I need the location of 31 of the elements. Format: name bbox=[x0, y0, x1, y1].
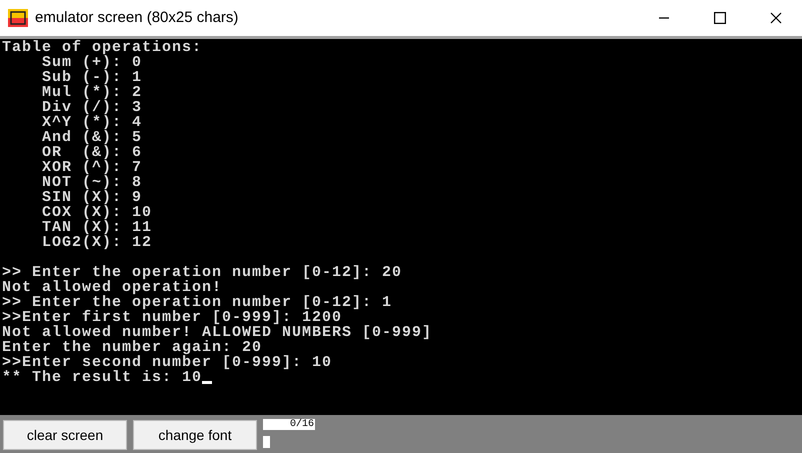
console-line: Sub (-): 1 bbox=[41, 70, 144, 85]
console-line: NOT (~): 8 bbox=[41, 175, 144, 190]
console-line: Enter the number again: 20 bbox=[2, 340, 262, 355]
window-title: emulator screen (80x25 chars) bbox=[35, 8, 238, 28]
console-line: >> Enter the operation number [0-12]: 1 bbox=[2, 295, 392, 310]
console-line: COX (X): 10 bbox=[41, 205, 154, 220]
toolbar-button[interactable]: clear screen bbox=[3, 420, 127, 450]
console-line: Mul (*): 2 bbox=[41, 85, 144, 100]
indicator-box bbox=[263, 436, 270, 448]
console-line: Not allowed number! ALLOWED NUMBERS [0-999] bbox=[2, 325, 432, 340]
console-line: >>Enter first number [0-999]: 1200 bbox=[2, 310, 342, 325]
text-cursor-icon bbox=[202, 381, 212, 384]
console-line: >>Enter second number [0-999]: 10 bbox=[2, 355, 332, 370]
counter-field: 0/16 bbox=[263, 419, 315, 430]
console-line: Table of operations: bbox=[2, 40, 204, 55]
close-icon[interactable] bbox=[770, 12, 782, 24]
console-line: Div (/): 3 bbox=[41, 100, 144, 115]
console-line: ** The result is: 10 bbox=[2, 370, 202, 385]
console-line: XOR (^): 7 bbox=[41, 160, 144, 175]
toolbar-button[interactable]: change font bbox=[133, 420, 257, 450]
maximize-icon[interactable] bbox=[714, 12, 726, 24]
app-logo-icon bbox=[8, 9, 28, 27]
console-line: TAN (X): 11 bbox=[41, 220, 154, 235]
console-line: Not allowed operation! bbox=[2, 280, 222, 295]
console-line: >> Enter the operation number [0-12]: 20 bbox=[2, 265, 402, 280]
console-line: X^Y (*): 4 bbox=[41, 115, 144, 130]
console-line: OR (&): 6 bbox=[41, 145, 144, 160]
console-line: SIN (X): 9 bbox=[41, 190, 144, 205]
console-line: LOG2(X): 12 bbox=[41, 235, 154, 250]
console-line: Sum (+): 0 bbox=[41, 55, 142, 70]
console-line: And (&): 5 bbox=[41, 130, 144, 145]
